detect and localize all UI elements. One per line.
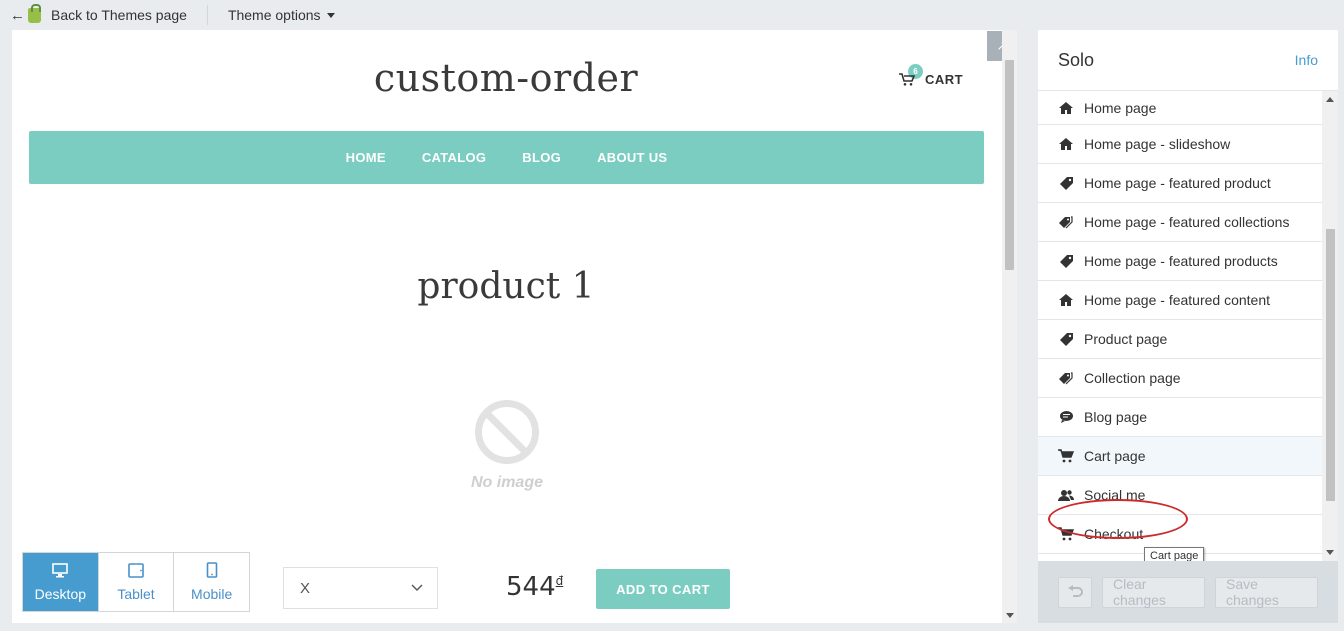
- back-to-themes-label: Back to Themes page: [51, 7, 187, 23]
- section-label: Home page - featured collections: [1084, 214, 1290, 230]
- section-home-page-featured-content[interactable]: Home page - featured content: [1038, 281, 1322, 320]
- device-desktop-label: Desktop: [34, 585, 87, 602]
- section-label: Social me: [1084, 487, 1146, 503]
- section-home-page-slideshow[interactable]: Home page - slideshow: [1038, 125, 1322, 164]
- device-mobile-label: Mobile: [191, 586, 233, 602]
- section-label: Home page - slideshow: [1084, 136, 1231, 152]
- home-icon: [1058, 136, 1074, 152]
- shopify-logo-icon: [28, 3, 41, 23]
- device-desktop-button[interactable]: Desktop: [23, 553, 98, 611]
- theme-preview-frame: custom-order 6 CART HOME CATALOG BLOG AB…: [12, 30, 1017, 623]
- section-label: Collection page: [1084, 370, 1181, 386]
- section-blog-page[interactable]: Blog page: [1038, 398, 1322, 437]
- section-label: Product page: [1084, 331, 1168, 347]
- scroll-down-icon[interactable]: [1326, 550, 1334, 555]
- section-collection-page[interactable]: Collection page: [1038, 359, 1322, 398]
- top-bar: ← Back to Themes page Theme options: [0, 0, 1344, 30]
- tag-icon: [1058, 331, 1074, 347]
- caret-down-icon: [326, 12, 335, 18]
- undo-button[interactable]: [1058, 576, 1092, 608]
- section-list: Home page Home page - slideshow Home pag…: [1038, 91, 1322, 561]
- preview-scrollbar[interactable]: [1002, 30, 1017, 623]
- section-social-media[interactable]: Social me: [1038, 476, 1322, 515]
- theme-options-label: Theme options: [227, 7, 321, 23]
- home-icon: [1058, 292, 1074, 308]
- cart-icon: [1058, 526, 1074, 542]
- no-image-label: No image: [470, 474, 543, 491]
- sidebar-footer: Clear changes Save changes: [1038, 561, 1338, 623]
- store-title[interactable]: custom-order: [12, 56, 1000, 100]
- section-label: Blog page: [1084, 409, 1148, 425]
- theme-options-dropdown[interactable]: Theme options: [228, 7, 335, 23]
- tooltip: Cart page: [1144, 547, 1205, 561]
- clear-changes-button[interactable]: Clear changes: [1102, 576, 1205, 608]
- chevron-down-icon: [411, 584, 423, 591]
- section-home-page-featured-product[interactable]: Home page - featured product: [1038, 164, 1322, 203]
- arrow-left-icon: ←: [10, 6, 25, 24]
- section-home-page[interactable]: Home page: [1038, 91, 1322, 125]
- back-to-themes-link[interactable]: ← Back to Themes page: [0, 0, 187, 30]
- main-navigation: HOME CATALOG BLOG ABOUT US: [29, 131, 984, 184]
- section-label: Home page - featured products: [1084, 253, 1278, 269]
- device-switcher: Desktop Tablet Mobile: [22, 552, 250, 612]
- no-image-placeholder: No image: [467, 400, 547, 492]
- section-label: Home page - featured content: [1084, 292, 1271, 308]
- divider: [206, 5, 208, 25]
- theme-settings-sidebar: Solo Info Home page Home page - slidesho…: [1038, 30, 1338, 623]
- sidebar-scrollbar-thumb[interactable]: [1326, 229, 1335, 501]
- no-image-icon: [475, 400, 539, 464]
- add-to-cart-button[interactable]: ADD TO CART: [596, 569, 730, 609]
- cart-icon: [1058, 448, 1074, 464]
- tag-icon: [1058, 253, 1074, 269]
- cart-icon: [899, 73, 915, 86]
- product-title: product 1: [417, 266, 595, 307]
- cart-link[interactable]: CART: [899, 72, 963, 87]
- device-tablet-label: Tablet: [117, 585, 155, 602]
- tag-icon: [1058, 175, 1074, 191]
- info-link[interactable]: Info: [1295, 52, 1318, 68]
- nav-about-us[interactable]: ABOUT US: [597, 150, 667, 165]
- undo-icon: [1068, 585, 1083, 597]
- users-icon: [1058, 487, 1074, 503]
- variant-select[interactable]: X: [283, 567, 438, 609]
- home-icon: [1058, 100, 1074, 116]
- section-cart-page[interactable]: Cart page: [1038, 437, 1322, 476]
- nav-catalog[interactable]: CATALOG: [422, 150, 486, 165]
- device-mobile-button[interactable]: Mobile: [173, 553, 249, 611]
- chat-icon: [1058, 409, 1074, 425]
- price-value: 544: [506, 572, 556, 602]
- nav-home[interactable]: HOME: [346, 150, 386, 165]
- sidebar-header: Solo Info: [1038, 30, 1338, 91]
- scroll-up-icon[interactable]: [1326, 97, 1334, 102]
- nav-blog[interactable]: BLOG: [522, 150, 561, 165]
- section-label: Home page: [1084, 99, 1157, 116]
- section-home-page-featured-collections[interactable]: Home page - featured collections: [1038, 203, 1322, 242]
- product-price: 544đ: [506, 572, 563, 602]
- section-product-page[interactable]: Product page: [1038, 320, 1322, 359]
- desktop-icon: [52, 562, 69, 577]
- sidebar-title: Solo: [1058, 49, 1095, 70]
- sidebar-scrollbar[interactable]: [1322, 91, 1338, 561]
- section-label: Cart page: [1084, 448, 1146, 464]
- tablet-icon: [128, 562, 144, 578]
- scroll-down-icon[interactable]: [1006, 613, 1014, 618]
- price-currency: đ: [555, 574, 564, 588]
- variant-select-value: X: [300, 579, 311, 597]
- cart-label: CART: [925, 72, 964, 87]
- save-changes-button[interactable]: Save changes: [1215, 576, 1318, 608]
- mobile-icon: [206, 562, 217, 578]
- tags-icon: [1058, 214, 1074, 230]
- section-home-page-featured-products[interactable]: Home page - featured products: [1038, 242, 1322, 281]
- tags-icon: [1058, 370, 1074, 386]
- preview-scrollbar-thumb[interactable]: [1005, 60, 1014, 270]
- section-label: Checkout: [1084, 526, 1144, 542]
- section-label: Home page - featured product: [1084, 175, 1271, 191]
- device-tablet-button[interactable]: Tablet: [97, 553, 174, 611]
